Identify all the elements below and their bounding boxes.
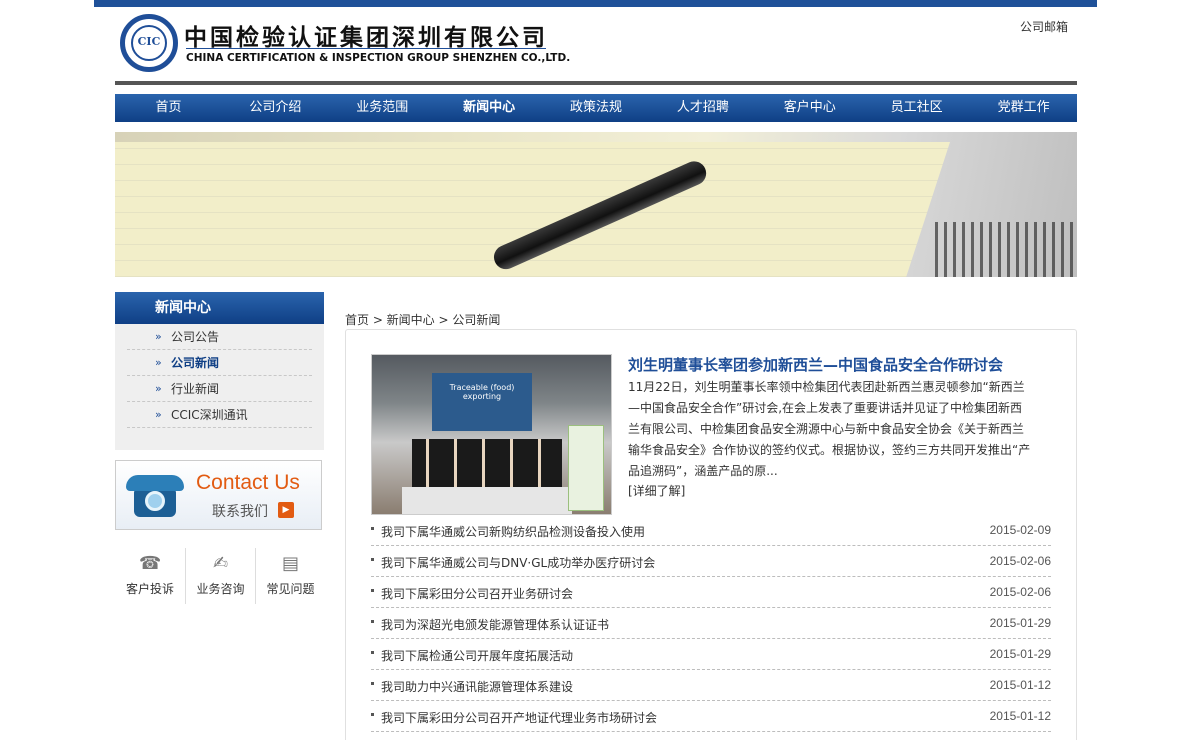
news-title: 我司为深超光电颁发能源管理体系认证证书 xyxy=(381,618,610,632)
bullet-icon xyxy=(371,713,374,716)
spiral-binding-graphic xyxy=(935,222,1077,277)
news-date: 2015-01-29 xyxy=(989,616,1051,630)
news-title: 我司下属华通威公司与DNV·GL成功举办医疗研讨会 xyxy=(381,556,656,570)
nav-item-policy[interactable]: 政策法规 xyxy=(543,94,650,122)
nav-item-party[interactable]: 党群工作 xyxy=(970,94,1077,122)
roll-up-banner xyxy=(568,425,604,511)
news-item[interactable]: 我司下属华通威公司新购纺织品检测设备投入使用 2015-02-09 xyxy=(371,515,1051,546)
news-item[interactable]: 我司下属彩田分公司召开业务研讨会 2015-02-06 xyxy=(371,577,1051,608)
sidebar-item-announcements[interactable]: » 公司公告 xyxy=(127,324,312,350)
sidebar-news-menu: 新闻中心 » 公司公告 » 公司新闻 » 行业新闻 » CCIC深圳通讯 xyxy=(115,292,324,450)
featured-news-title[interactable]: 刘生明董事长率团参加新西兰—中国食品安全合作研讨会 xyxy=(628,354,1003,375)
quick-link-label: 业务咨询 xyxy=(196,582,245,596)
clipboard-icon: ▤ xyxy=(281,553,299,574)
quick-link-complaint[interactable]: ☎ 客户投诉 xyxy=(115,548,185,604)
nav-item-about[interactable]: 公司介绍 xyxy=(222,94,329,122)
bullet-icon xyxy=(371,589,374,592)
consult-icon: ✍ xyxy=(212,553,229,574)
news-title: 我司下属检通公司开展年度拓展活动 xyxy=(381,649,574,663)
nav-item-customer[interactable]: 客户中心 xyxy=(756,94,863,122)
news-title: 我司下属彩田分公司召开产地证代理业务市场研讨会 xyxy=(381,711,658,725)
company-mailbox-link[interactable]: 公司邮箱 xyxy=(1020,18,1068,35)
contact-us-english: Contact Us xyxy=(196,471,300,494)
quick-link-label: 常见问题 xyxy=(266,582,315,596)
news-title: 我司下属华通威公司新购纺织品检测设备投入使用 xyxy=(381,525,646,539)
logo-english-name: CHINA CERTIFICATION & INSPECTION GROUP S… xyxy=(186,52,571,64)
news-date: 2015-01-29 xyxy=(989,647,1051,661)
logo-chinese-name: 中国检验认证集团深圳有限公司 xyxy=(184,25,548,51)
quick-link-label: 客户投诉 xyxy=(125,582,174,596)
news-date: 2015-02-09 xyxy=(989,523,1051,537)
logo-mark-text: CIC xyxy=(137,35,161,48)
bullet-icon xyxy=(371,682,374,685)
telephone-icon xyxy=(126,475,184,519)
sidebar-item-newsletter[interactable]: » CCIC深圳通讯 xyxy=(127,402,312,428)
news-item[interactable]: 我司下属华通威公司与DNV·GL成功举办医疗研讨会 2015-02-06 xyxy=(371,546,1051,577)
nav-item-business[interactable]: 业务范围 xyxy=(329,94,436,122)
header-banner-image xyxy=(115,132,1077,277)
sidebar-item-industry-news[interactable]: » 行业新闻 xyxy=(127,376,312,402)
nav-item-news[interactable]: 新闻中心 xyxy=(436,94,543,122)
sidebar-title: 新闻中心 xyxy=(115,292,324,324)
sidebar-item-label: 行业新闻 xyxy=(171,382,220,396)
featured-news-summary: 11月22日，刘生明董事长率领中检集团代表团赴新西兰惠灵顿参加“新西兰—中国食品… xyxy=(628,380,1031,478)
signing-table xyxy=(402,487,572,514)
news-date: 2015-01-12 xyxy=(989,709,1051,723)
quick-links: ☎ 客户投诉 ✍ 业务咨询 ▤ 常见问题 xyxy=(115,548,325,604)
news-list: 我司下属华通威公司新购纺织品检测设备投入使用 2015-02-09 我司下属华通… xyxy=(371,515,1051,732)
contact-us-banner[interactable]: Contact Us 联系我们 ▶ xyxy=(115,460,322,530)
sidebar-item-label: 公司公告 xyxy=(171,330,220,344)
sidebar-item-label: CCIC深圳通讯 xyxy=(171,408,248,422)
nav-item-staff[interactable]: 员工社区 xyxy=(863,94,970,122)
featured-news-photo[interactable]: Traceable (food) exporting xyxy=(371,354,612,515)
news-title: 我司下属彩田分公司召开业务研讨会 xyxy=(381,587,574,601)
logo-emblem: CIC xyxy=(120,14,178,72)
nav-item-home[interactable]: 首页 xyxy=(115,94,222,122)
news-date: 2015-02-06 xyxy=(989,585,1051,599)
projection-screen: Traceable (food) exporting xyxy=(432,373,532,431)
double-chevron-icon: » xyxy=(155,382,162,395)
sidebar-item-company-news[interactable]: » 公司新闻 xyxy=(127,350,312,376)
company-logo[interactable]: CIC 中国检验认证集团深圳有限公司 CHINA CERTIFICATION &… xyxy=(120,14,570,72)
double-chevron-icon: » xyxy=(155,330,162,343)
news-item[interactable]: 我司下属彩田分公司召开产地证代理业务市场研讨会 2015-01-12 xyxy=(371,701,1051,732)
quick-link-faq[interactable]: ▤ 常见问题 xyxy=(255,548,325,604)
play-arrow-icon: ▶ xyxy=(278,502,294,518)
news-title: 我司助力中兴通讯能源管理体系建设 xyxy=(381,680,574,694)
double-chevron-icon: » xyxy=(155,356,162,369)
phone-icon: ☎ xyxy=(139,553,162,574)
news-date: 2015-02-06 xyxy=(989,554,1051,568)
main-nav: 首页 公司介绍 业务范围 新闻中心 政策法规 人才招聘 客户中心 员工社区 党群… xyxy=(115,94,1077,122)
read-more-link[interactable]: [详细了解] xyxy=(628,482,685,499)
bullet-icon xyxy=(371,651,374,654)
contact-us-chinese: 联系我们 xyxy=(212,504,268,520)
bullet-icon xyxy=(371,527,374,530)
breadcrumb[interactable]: 首页 > 新闻中心 > 公司新闻 xyxy=(345,311,500,328)
quick-link-consult[interactable]: ✍ 业务咨询 xyxy=(185,548,255,604)
news-item[interactable]: 我司助力中兴通讯能源管理体系建设 2015-01-12 xyxy=(371,670,1051,701)
news-item[interactable]: 我司下属检通公司开展年度拓展活动 2015-01-29 xyxy=(371,639,1051,670)
news-date: 2015-01-12 xyxy=(989,678,1051,692)
nav-item-careers[interactable]: 人才招聘 xyxy=(649,94,756,122)
top-accent-bar xyxy=(94,0,1097,7)
header-divider xyxy=(115,81,1077,85)
bullet-icon xyxy=(371,558,374,561)
bullet-icon xyxy=(371,620,374,623)
screen-caption: Traceable (food) exporting xyxy=(449,383,515,401)
logo-divider xyxy=(186,48,546,49)
news-item[interactable]: 我司为深超光电颁发能源管理体系认证证书 2015-01-29 xyxy=(371,608,1051,639)
double-chevron-icon: » xyxy=(155,408,162,421)
sidebar-item-label: 公司新闻 xyxy=(171,356,220,370)
